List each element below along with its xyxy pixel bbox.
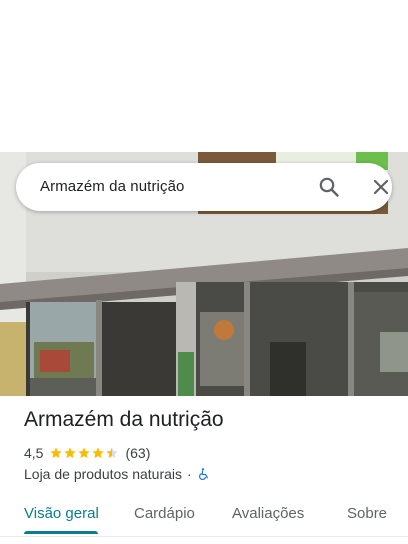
star-icon — [92, 447, 105, 459]
star-icon — [64, 447, 77, 459]
review-count[interactable]: (63) — [125, 445, 150, 461]
tab-menu[interactable]: Cardápio — [134, 505, 195, 522]
tab-overview[interactable]: Visão geral — [24, 505, 99, 522]
place-category: Loja de produtos naturais — [24, 466, 182, 482]
place-page: Armazém da nutrição Armazém da nutrição … — [0, 0, 408, 544]
wheelchair-icon[interactable] — [197, 467, 210, 481]
active-tab-indicator — [24, 531, 98, 534]
tab-reviews[interactable]: Avaliações — [232, 505, 304, 522]
category-row: Loja de produtos naturais · — [24, 465, 210, 483]
search-bar[interactable]: Armazém da nutrição — [16, 163, 392, 211]
star-rating — [49, 446, 119, 460]
rating-row[interactable]: 4,5 (63) — [24, 444, 150, 462]
tab-about[interactable]: Sobre — [347, 505, 387, 522]
search-icon[interactable] — [317, 175, 341, 199]
rating-value: 4,5 — [24, 445, 44, 461]
star-icon — [78, 447, 91, 459]
place-tabs: Visão geral Cardápio Avaliações Sobre — [0, 497, 408, 537]
close-icon[interactable] — [369, 175, 393, 199]
place-title: Armazém da nutrição — [24, 408, 224, 431]
separator: · — [187, 466, 192, 482]
star-half-icon — [106, 447, 119, 459]
search-query[interactable]: Armazém da nutrição — [40, 178, 184, 195]
star-icon — [50, 447, 63, 459]
